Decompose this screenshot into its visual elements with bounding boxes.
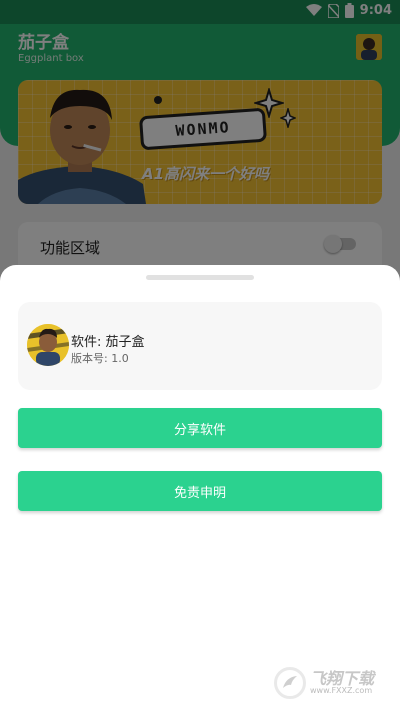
app-info-card: 软件: 茄子盒 版本号: 1.0 [18,302,382,390]
app-version: 版本号: 1.0 [71,352,129,365]
sheet-drag-handle[interactable] [146,275,254,280]
share-app-button[interactable]: 分享软件 [18,408,382,448]
bottom-sheet: 软件: 茄子盒 版本号: 1.0 分享软件 免责申明 飞翔下载 www.FXXZ… [0,265,400,711]
disclaimer-button[interactable]: 免责申明 [18,471,382,511]
watermark-text: 飞翔下载 [310,669,375,688]
app-name: 软件: 茄子盒 [71,335,145,350]
watermark-url: www.FXXZ.com [310,686,373,695]
app-avatar [27,324,69,366]
avatar-image [27,324,69,366]
watermark-logo-icon [274,667,306,699]
watermark: 飞翔下载 www.FXXZ.com [274,665,392,701]
